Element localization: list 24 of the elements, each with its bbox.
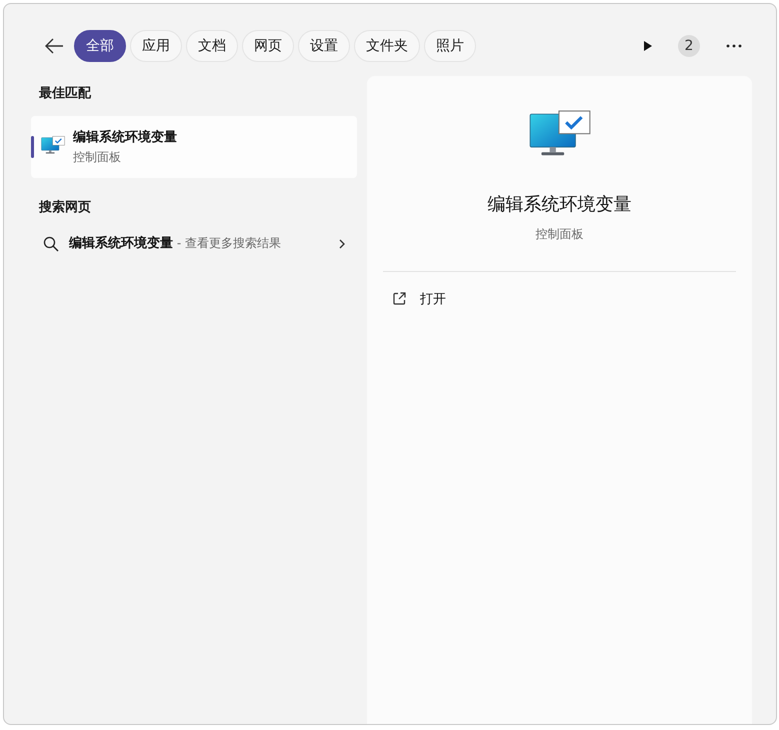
filter-tab[interactable]: 网页 [242,30,294,62]
filter-tab[interactable]: 设置 [298,30,350,62]
filter-tab[interactable]: 照片 [424,30,476,62]
detail-subtitle: 控制面板 [536,226,584,243]
filter-tab[interactable]: 全部 [74,30,126,62]
play-icon [643,40,653,52]
result-subtitle: 控制面板 [73,149,122,166]
more-icon [726,44,742,48]
filter-tab[interactable]: 文件夹 [354,30,420,62]
filter-tab[interactable]: 应用 [130,30,182,62]
search-icon [43,236,59,252]
filter-tab[interactable]: 文档 [186,30,238,62]
chevron-right-icon [339,238,345,248]
open-action[interactable]: 打开 [367,282,472,316]
selection-indicator [31,136,34,158]
result-item[interactable]: 编辑系统环境变量 控制面板 [31,116,357,178]
result-title: 编辑系统环境变量 [73,128,177,146]
back-arrow-icon [44,38,64,54]
web-search-result[interactable]: 编辑系统环境变量 - 查看更多搜索结果 [69,234,284,253]
detail-title: 编辑系统环境变量 [488,192,632,216]
section-heading: 最佳匹配 [38,85,92,103]
section-heading: 搜索网页 [38,198,92,217]
count-badge: 2 [678,35,700,57]
external-link-icon [393,292,406,306]
